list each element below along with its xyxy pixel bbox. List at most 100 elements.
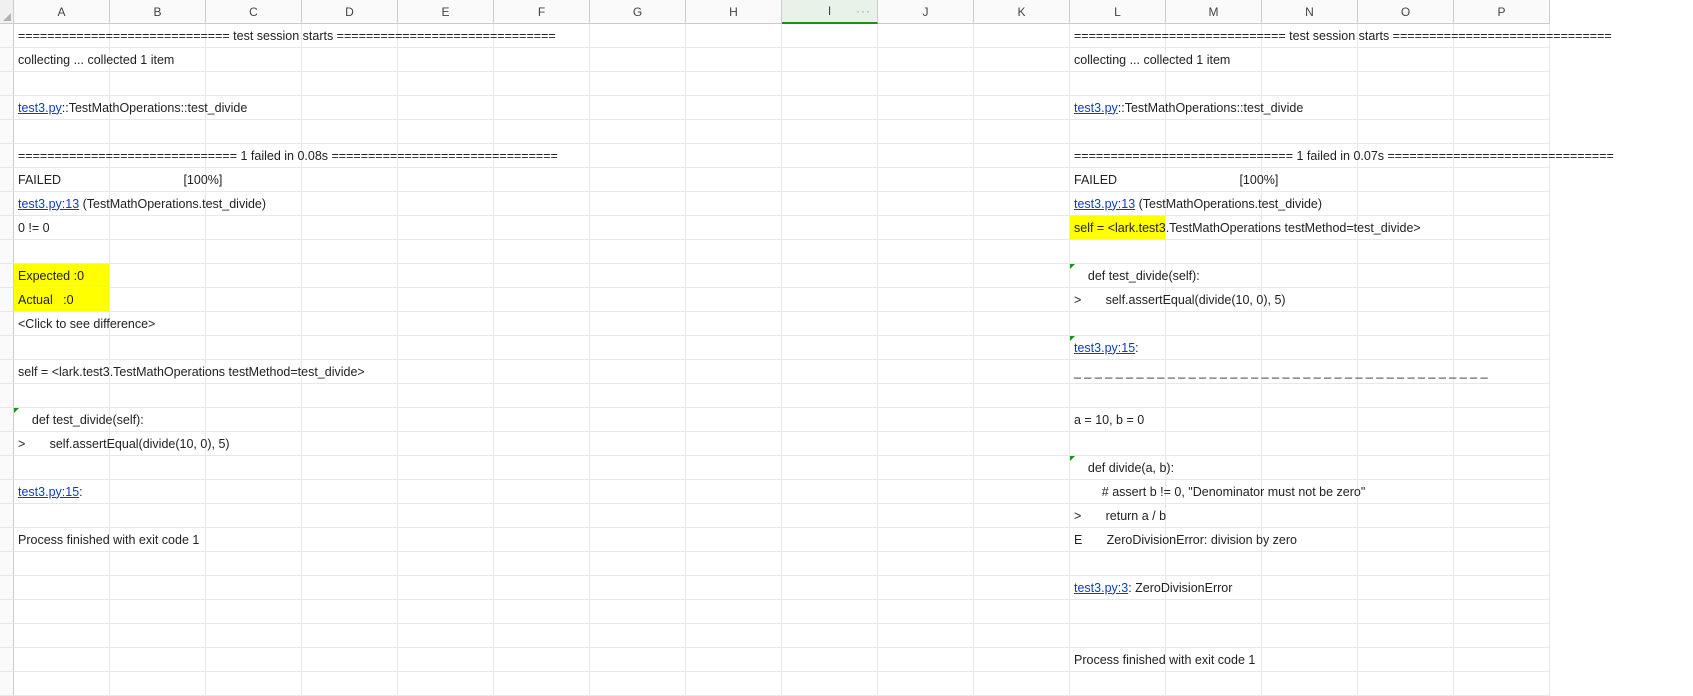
cell[interactable] — [1166, 432, 1262, 456]
cell[interactable] — [878, 456, 974, 480]
cell[interactable] — [878, 240, 974, 264]
cell[interactable] — [974, 264, 1070, 288]
cell[interactable] — [1262, 648, 1358, 672]
col-E[interactable]: E — [398, 0, 494, 24]
cell[interactable] — [14, 384, 110, 408]
cell[interactable] — [398, 72, 494, 96]
cell[interactable] — [782, 336, 878, 360]
cell[interactable] — [1454, 552, 1550, 576]
cell[interactable] — [1166, 600, 1262, 624]
cell[interactable] — [494, 480, 590, 504]
cell[interactable] — [590, 72, 686, 96]
right-tb15-link[interactable]: test3.py:15 — [1074, 341, 1135, 355]
row-header[interactable] — [0, 456, 14, 480]
col-C[interactable]: C — [206, 0, 302, 24]
cell[interactable] — [302, 48, 398, 72]
cell[interactable]: a = 10, b = 0 — [1070, 408, 1166, 432]
cell[interactable] — [302, 504, 398, 528]
cell[interactable] — [782, 360, 878, 384]
cell[interactable] — [590, 192, 686, 216]
cell[interactable] — [494, 240, 590, 264]
cell[interactable] — [494, 408, 590, 432]
cell[interactable] — [590, 576, 686, 600]
cell[interactable] — [974, 624, 1070, 648]
cell[interactable] — [590, 240, 686, 264]
cell[interactable] — [110, 672, 206, 696]
cell[interactable] — [974, 480, 1070, 504]
cell[interactable] — [686, 504, 782, 528]
cell[interactable] — [302, 288, 398, 312]
cell[interactable] — [782, 192, 878, 216]
cell[interactable] — [302, 408, 398, 432]
cell[interactable]: def test_divide(self): — [14, 408, 110, 432]
cell[interactable] — [206, 648, 302, 672]
cell[interactable] — [14, 72, 110, 96]
cell[interactable] — [1262, 240, 1358, 264]
row-header[interactable] — [0, 480, 14, 504]
cell[interactable] — [1070, 432, 1166, 456]
cell[interactable] — [686, 120, 782, 144]
cell[interactable] — [1454, 672, 1550, 696]
cell[interactable]: test3.py:15: — [1070, 336, 1166, 360]
cell[interactable] — [14, 552, 110, 576]
cell[interactable] — [590, 600, 686, 624]
cell[interactable] — [590, 408, 686, 432]
cell[interactable] — [782, 72, 878, 96]
cell[interactable] — [974, 576, 1070, 600]
cell[interactable] — [206, 480, 302, 504]
cell[interactable] — [398, 216, 494, 240]
cell[interactable] — [494, 288, 590, 312]
cell[interactable] — [1166, 456, 1262, 480]
cell[interactable]: test3.py:13 (TestMathOperations.test_div… — [14, 192, 110, 216]
cell[interactable] — [782, 504, 878, 528]
cell[interactable] — [686, 672, 782, 696]
cell[interactable]: test3.py:15: — [14, 480, 110, 504]
left-tb13-link[interactable]: test3.py:13 — [18, 197, 79, 211]
row-header[interactable] — [0, 408, 14, 432]
cell[interactable] — [590, 216, 686, 240]
cell[interactable] — [110, 576, 206, 600]
cell[interactable] — [686, 552, 782, 576]
row-header[interactable] — [0, 312, 14, 336]
right-tb13-link[interactable]: test3.py:13 — [1074, 197, 1135, 211]
left-tb15-link[interactable]: test3.py:15 — [18, 485, 79, 499]
cell[interactable] — [14, 504, 110, 528]
cell[interactable] — [1454, 216, 1550, 240]
cell[interactable] — [1262, 120, 1358, 144]
cell[interactable] — [686, 408, 782, 432]
cell[interactable] — [590, 672, 686, 696]
cell[interactable] — [1454, 624, 1550, 648]
cell[interactable] — [302, 240, 398, 264]
cell[interactable] — [686, 144, 782, 168]
cell[interactable] — [14, 600, 110, 624]
cell[interactable]: # assert b != 0, "Denominator must not b… — [1070, 480, 1166, 504]
cell[interactable] — [1454, 192, 1550, 216]
cell[interactable] — [1358, 288, 1454, 312]
row-header[interactable] — [0, 192, 14, 216]
cell[interactable] — [878, 168, 974, 192]
cell[interactable] — [1166, 312, 1262, 336]
row-header[interactable] — [0, 552, 14, 576]
cell[interactable] — [1166, 552, 1262, 576]
cell[interactable] — [686, 480, 782, 504]
cell[interactable] — [302, 432, 398, 456]
cell[interactable] — [1454, 264, 1550, 288]
cell[interactable] — [398, 192, 494, 216]
cell[interactable] — [590, 264, 686, 288]
cell[interactable] — [590, 456, 686, 480]
cell[interactable] — [302, 552, 398, 576]
cell[interactable] — [974, 288, 1070, 312]
cell[interactable]: collecting ... collected 1 item — [1070, 48, 1166, 72]
cell[interactable] — [782, 288, 878, 312]
cell[interactable] — [686, 192, 782, 216]
cell[interactable] — [1262, 552, 1358, 576]
cell[interactable] — [302, 480, 398, 504]
cell[interactable]: ============================== 1 failed … — [14, 144, 110, 168]
cell[interactable] — [590, 480, 686, 504]
cell[interactable] — [110, 72, 206, 96]
cell[interactable]: > self.assertEqual(divide(10, 0), 5) — [14, 432, 110, 456]
cell[interactable] — [398, 576, 494, 600]
cell[interactable] — [686, 168, 782, 192]
cell[interactable] — [1454, 648, 1550, 672]
cell[interactable]: Expected :0 — [14, 264, 110, 288]
